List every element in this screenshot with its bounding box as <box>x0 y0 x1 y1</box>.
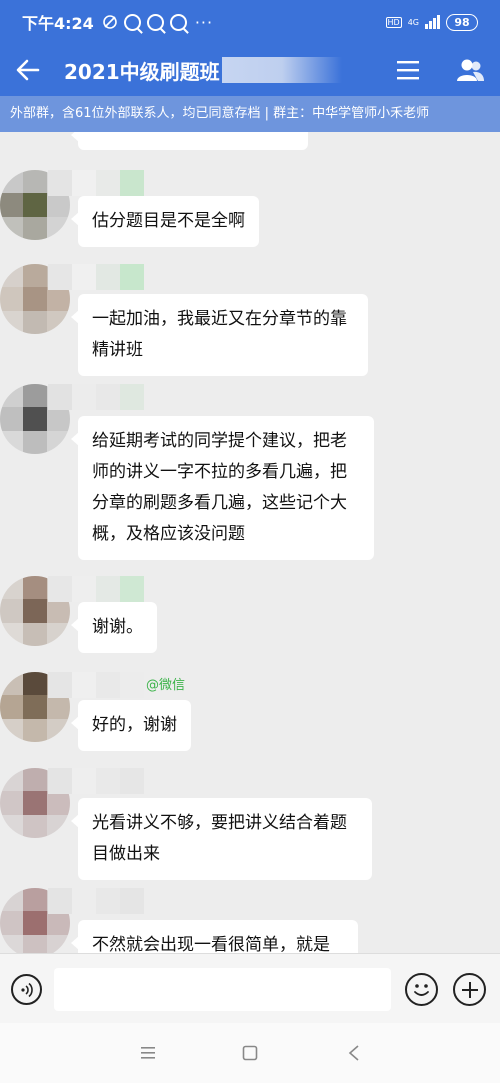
system-back-button[interactable] <box>342 1041 366 1065</box>
back-triangle-icon <box>348 1045 359 1061</box>
message-bubble[interactable]: 谢谢。 <box>71 602 157 653</box>
voice-button[interactable] <box>11 974 42 1005</box>
status-bar: 下午4:24 ··· HD 4G 98 <box>0 0 500 44</box>
message-list[interactable]: 估分题目是不是全啊 一起加油，我最近又在分章节的靠精讲班 给延期考试的同学提个建… <box>0 132 500 953</box>
group-members-button[interactable] <box>446 44 494 96</box>
emoji-button[interactable] <box>405 973 438 1006</box>
back-button[interactable] <box>0 44 56 96</box>
plus-icon <box>461 981 478 998</box>
signal-icon <box>425 15 440 29</box>
hd-badge: HD <box>385 16 402 28</box>
network-label: 4G <box>407 17 419 27</box>
message-bubble[interactable]: 给延期考试的同学提个建议，把老师的讲义一字不拉的多看几遍，把分章的刷题多看几遍，… <box>71 416 374 560</box>
sender-name-redacted <box>48 264 144 290</box>
notification-q-icon <box>123 13 141 31</box>
title-redaction <box>221 57 342 83</box>
recent-apps-button[interactable] <box>136 1041 160 1065</box>
message-bubble-partial[interactable] <box>71 132 308 150</box>
input-bar <box>0 953 500 1023</box>
sender-name-redacted <box>48 672 144 698</box>
sender-name-redacted <box>48 170 144 196</box>
status-time: 下午4:24 <box>22 14 94 33</box>
home-button[interactable] <box>238 1041 262 1065</box>
group-members-icon <box>457 59 484 81</box>
sender-name-redacted <box>48 888 144 914</box>
system-nav-bar <box>0 1023 500 1083</box>
plus-button[interactable] <box>453 973 486 1006</box>
message-input[interactable] <box>54 968 391 1011</box>
do-not-disturb-icon <box>103 15 117 29</box>
sender-name-redacted <box>48 768 144 794</box>
group-info-bar: 外部群，含61位外部联系人，均已同意存档 | 群主：中华学管师小禾老师 <box>0 96 500 132</box>
message-bubble[interactable]: 一起加油，我最近又在分章节的靠精讲班 <box>71 294 368 376</box>
chat-header: 2021中级刷题班 <box>0 44 500 96</box>
voice-icon <box>20 982 33 997</box>
menu-icon <box>397 61 419 80</box>
sender-name-redacted <box>48 384 144 410</box>
sender-name: @微信 <box>146 678 186 693</box>
menu-button[interactable] <box>384 44 432 96</box>
more-notifications-icon: ··· <box>194 12 214 32</box>
notification-q-icon <box>169 13 187 31</box>
chat-title: 2021中级刷题班 <box>64 59 220 84</box>
recent-apps-icon <box>141 1047 155 1059</box>
home-icon <box>242 1045 258 1061</box>
notification-q-icon <box>146 13 164 31</box>
battery-indicator: 98 <box>446 13 478 31</box>
sender-name-redacted <box>48 576 144 602</box>
message-bubble[interactable]: 估分题目是不是全啊 <box>71 196 259 247</box>
message-bubble[interactable]: 好的，谢谢 <box>71 700 191 751</box>
message-bubble[interactable]: 光看讲义不够，要把讲义结合着题目做出来 <box>71 798 372 880</box>
arrow-left-icon <box>16 59 40 81</box>
message-bubble[interactable]: 不然就会出现一看很简单，就是 <box>71 920 358 953</box>
emoji-icon <box>414 984 429 996</box>
